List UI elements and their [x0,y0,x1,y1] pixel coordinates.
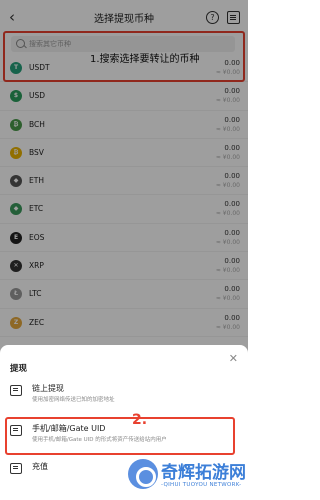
chain-withdraw-icon [10,385,22,396]
withdraw-currency-screen: ‹ 选择提现币种 ? 搜索其它币种 T USDT 0.00 ≈ ¥0.00 $ … [0,0,248,500]
annotation-option-highlight [5,417,235,455]
watermark-logo-icon [128,459,158,489]
sheet-title: 提现 [10,364,28,374]
option-desc: 使用加密网络传送已知的加密地址 [32,397,115,403]
option-label: 链上提现 [32,384,64,393]
deposit-icon [10,463,22,474]
option-label: 充值 [32,462,48,471]
close-icon[interactable]: ✕ [229,352,238,365]
watermark-text: 奇辉拓游网 [161,463,246,483]
watermark: 奇辉拓游网 -QIHUI TUOYOU NETWORK- [128,456,248,500]
watermark-subtext: -QIHUI TUOYOU NETWORK- [161,482,242,488]
annotation-step-2: 2. [132,412,148,428]
option-onchain-withdraw[interactable]: 链上提现 使用加密网络传送已知的加密地址 [10,381,238,411]
